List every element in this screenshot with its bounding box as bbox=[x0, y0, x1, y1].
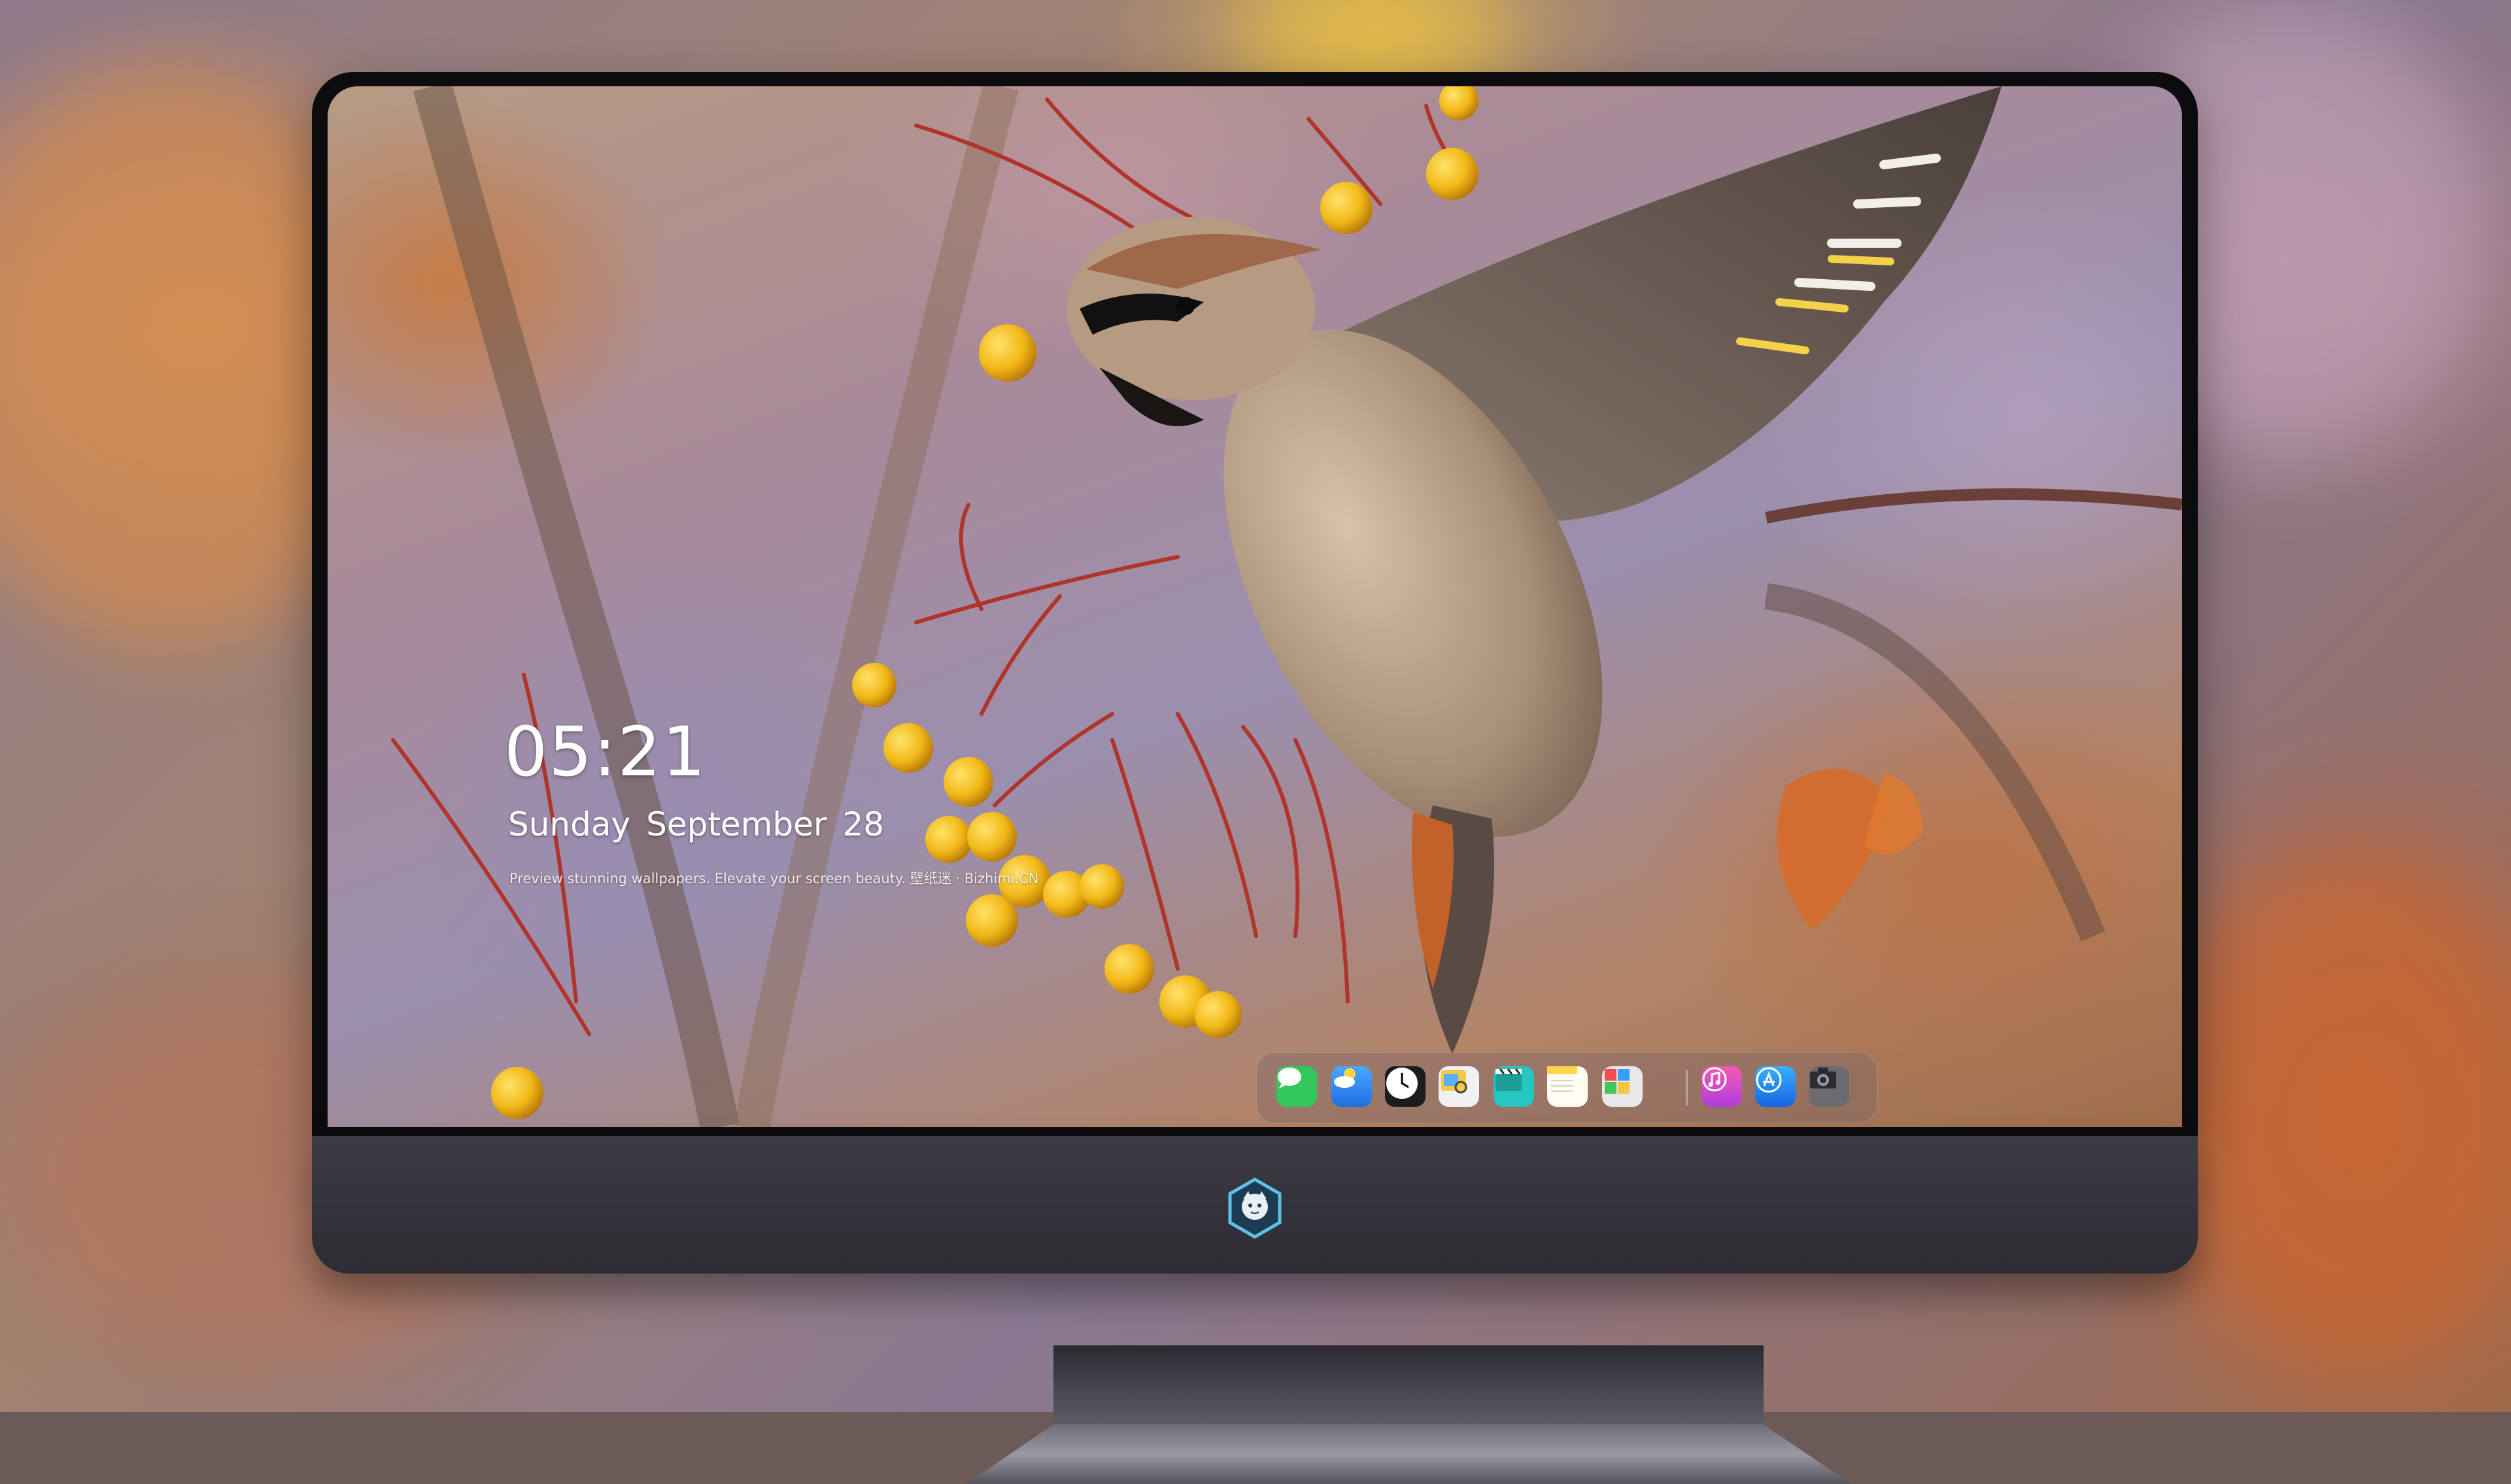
lockscreen-month: September bbox=[646, 805, 827, 843]
camera-icon[interactable] bbox=[1809, 1066, 1849, 1107]
lockscreen-time: 05:21 bbox=[504, 712, 707, 792]
lockscreen-weekday: Sunday bbox=[508, 805, 631, 843]
wallpaper-illustration bbox=[391, 86, 2182, 1127]
monitor-stand-base bbox=[966, 1424, 1851, 1484]
monitor-chin bbox=[312, 1136, 2198, 1273]
notes-icon[interactable] bbox=[1547, 1066, 1588, 1107]
lockscreen-day: 28 bbox=[842, 805, 885, 843]
monitor-bezel: 05:21 Sunday September 28 Preview stunning… bbox=[312, 72, 2198, 1136]
monitor: 05:21 Sunday September 28 Preview stunning… bbox=[312, 72, 2198, 1484]
photo-booth-icon[interactable] bbox=[1602, 1066, 1643, 1107]
desktop-screen[interactable]: 05:21 Sunday September 28 Preview stunning… bbox=[328, 86, 2182, 1127]
dock bbox=[1256, 1053, 1877, 1123]
weather-icon[interactable] bbox=[1331, 1066, 1372, 1107]
clips-icon[interactable] bbox=[1494, 1066, 1534, 1107]
lockscreen-tagline: Preview stunning wallpapers. Elevate you… bbox=[509, 871, 1039, 886]
clock-icon[interactable] bbox=[1385, 1066, 1426, 1107]
itunes-icon[interactable] bbox=[1701, 1066, 1742, 1107]
brand-logo-icon bbox=[1228, 1177, 1282, 1239]
preview-icon[interactable] bbox=[1439, 1066, 1479, 1107]
dock-separator bbox=[1686, 1070, 1688, 1105]
messages-icon[interactable] bbox=[1276, 1066, 1317, 1107]
monitor-stand-neck bbox=[1053, 1345, 1764, 1424]
app-store-icon[interactable] bbox=[1755, 1066, 1796, 1107]
lockscreen-date: Sunday September 28 bbox=[508, 805, 900, 843]
